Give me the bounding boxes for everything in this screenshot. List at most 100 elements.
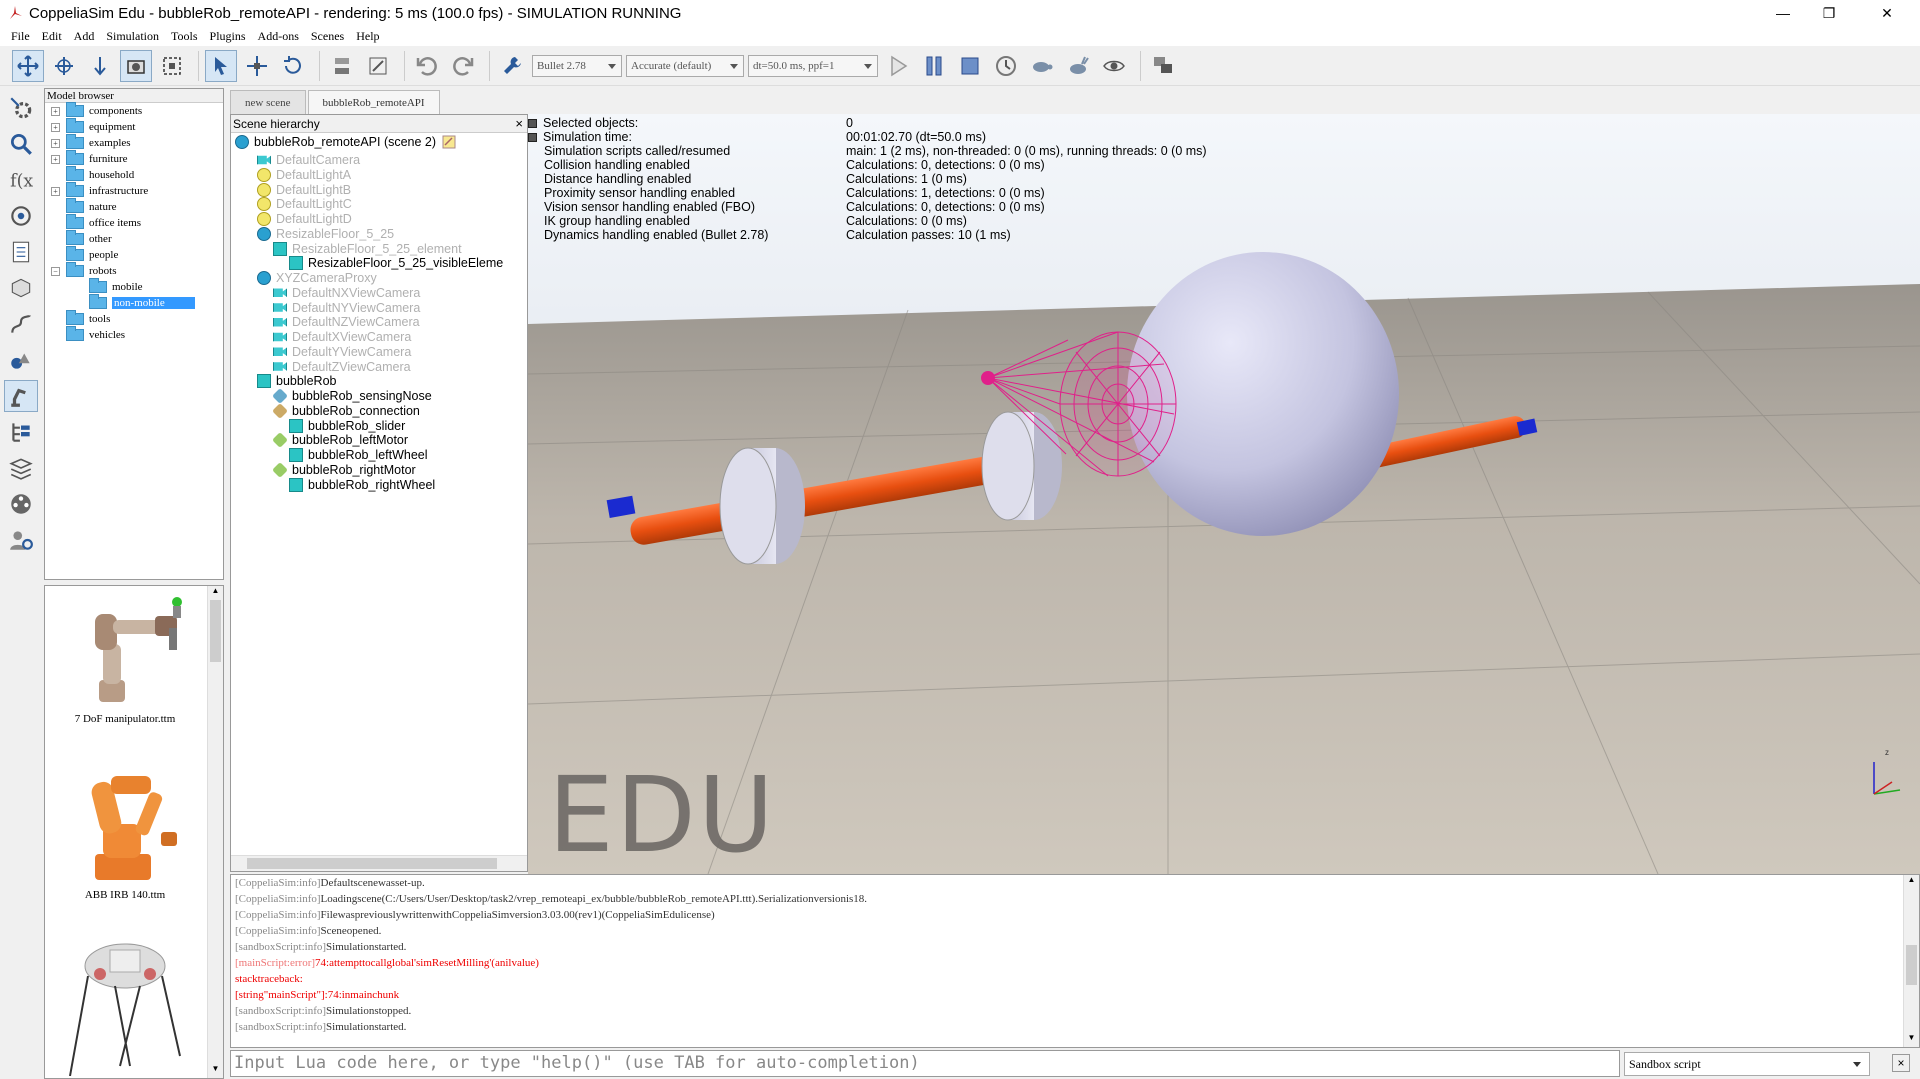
scroll-down-arrow-icon[interactable]: ▼ (208, 1064, 223, 1078)
click-select-button[interactable] (205, 49, 237, 82)
layers-button[interactable] (4, 452, 38, 484)
model-tree-item[interactable]: tools (51, 310, 110, 327)
camera-shift-button[interactable] (84, 50, 116, 82)
menu-plugins[interactable]: Plugins (210, 29, 246, 44)
expand-icon[interactable]: + (51, 106, 60, 116)
expand-icon[interactable]: + (51, 138, 60, 148)
lua-command-input[interactable]: Input Lua code here, or type "help()" (u… (230, 1050, 1620, 1077)
camera-pan-button[interactable] (12, 49, 44, 82)
object-rotate-button[interactable] (277, 50, 309, 82)
calculation-modules-button[interactable] (4, 128, 38, 160)
stop-simulation-button[interactable] (954, 50, 986, 82)
object-properties-button[interactable] (4, 236, 38, 268)
scene-root-row[interactable]: bubbleRob_remoteAPI (scene 2) (235, 133, 456, 151)
model-tree-item[interactable]: office items (51, 214, 141, 231)
menu-help[interactable]: Help (356, 29, 379, 44)
simulation-settings-button[interactable] (4, 92, 38, 124)
visualization-toggle-button[interactable] (1098, 50, 1130, 82)
model-tree-item[interactable]: − robots (51, 262, 117, 279)
model-tree-item[interactable]: mobile (89, 278, 143, 295)
model-tree-item[interactable]: + furniture (51, 150, 127, 167)
hierarchy-horizontal-scrollbar[interactable] (231, 855, 527, 871)
model-tree-item[interactable]: nature (51, 198, 116, 215)
script-icon[interactable] (442, 135, 456, 149)
close-button[interactable]: ✕ (1864, 0, 1910, 26)
hscroll-thumb[interactable] (247, 858, 497, 869)
scroll-down-arrow-icon[interactable]: ▼ (1904, 1033, 1919, 1047)
info-key: Simulation time: (528, 130, 846, 144)
timestep-select[interactable]: dt=50.0 ms, ppf=1 (748, 54, 878, 77)
model-tree-item[interactable]: + examples (51, 134, 131, 151)
info-toggle-icon[interactable] (528, 132, 537, 142)
menu-tools[interactable]: Tools (171, 29, 198, 44)
scene-globe-icon (235, 135, 249, 149)
scroll-up-arrow-icon[interactable]: ▲ (1904, 875, 1919, 889)
scroll-thumb[interactable] (210, 600, 221, 662)
shape-edit-button[interactable] (4, 272, 38, 304)
scroll-up-arrow-icon[interactable]: ▲ (208, 586, 223, 600)
video-recorder-button[interactable] (4, 488, 38, 520)
start-simulation-button[interactable] (882, 50, 914, 82)
properties-button[interactable] (4, 200, 38, 232)
scene-hierarchy-toggle[interactable] (4, 416, 38, 448)
menu-file[interactable]: File (11, 29, 30, 44)
object-shift-button[interactable] (241, 50, 273, 82)
model-tree-item[interactable]: + components (51, 102, 142, 119)
menu-scenes[interactable]: Scenes (311, 29, 344, 44)
menu-edit[interactable]: Edit (42, 29, 62, 44)
hierarchy-item[interactable]: bubbleRob_rightWheel (289, 476, 435, 494)
undo-button[interactable] (411, 50, 443, 82)
left-tool-strip: f(x) (0, 88, 42, 1079)
info-value: 0 (846, 116, 853, 130)
model-tree-item[interactable]: people (51, 246, 118, 263)
redo-button[interactable] (447, 50, 479, 82)
dynamics-settings-button[interactable] (496, 50, 528, 82)
model-tree-item[interactable]: household (51, 166, 134, 183)
model-thumbnail[interactable]: ABB IRB 140.ttm (45, 766, 205, 906)
model-tree-item[interactable]: vehicles (51, 326, 125, 343)
page-selector-button[interactable] (1147, 50, 1179, 82)
speed-up-button[interactable] (1062, 50, 1094, 82)
scene-3d-viewport[interactable]: z Selected objects: 0 Simulation time: 00:0… (528, 114, 1920, 874)
model-tree-item[interactable]: non-mobile (89, 294, 195, 311)
collapse-icon[interactable]: − (51, 266, 60, 276)
close-hierarchy-icon[interactable]: × (515, 115, 523, 133)
path-edit-button[interactable] (4, 308, 38, 340)
model-thumbnail[interactable]: 7 DoF manipulator.ttm (45, 592, 205, 728)
restore-button[interactable]: ❐ (1806, 0, 1852, 26)
expand-icon[interactable]: + (51, 154, 60, 164)
camera-rotate-button[interactable] (48, 50, 80, 82)
collections-button[interactable] (4, 344, 38, 376)
menu-addons[interactable]: Add-ons (258, 29, 299, 44)
menu-add[interactable]: Add (74, 29, 95, 44)
script-button[interactable]: f(x) (4, 164, 38, 196)
scroll-thumb[interactable] (1906, 945, 1917, 985)
menu-simulation[interactable]: Simulation (106, 29, 159, 44)
console-scrollbar[interactable]: ▲ ▼ (1903, 875, 1919, 1047)
model-tree-item[interactable]: + equipment (51, 118, 135, 135)
assemble-button[interactable] (326, 50, 358, 82)
slow-down-button[interactable] (1026, 50, 1058, 82)
model-tree-item[interactable]: + infrastructure (51, 182, 148, 199)
expand-icon[interactable]: + (51, 122, 60, 132)
minimize-button[interactable]: — (1760, 0, 1806, 26)
thumbnails-scrollbar[interactable]: ▲ ▼ (207, 586, 223, 1078)
model-browser-toggle[interactable] (4, 380, 38, 412)
model-thumbnail[interactable] (45, 936, 205, 1078)
transfer-dna-button[interactable] (362, 50, 394, 82)
console-close-icon[interactable]: × (1892, 1054, 1910, 1072)
realtime-button[interactable] (990, 50, 1022, 82)
info-toggle-icon[interactable] (528, 118, 537, 128)
tab-bubblerob-remoteapi[interactable]: bubbleRob_remoteAPI (307, 90, 440, 114)
pause-simulation-button[interactable] (918, 50, 950, 82)
expand-icon[interactable]: + (51, 186, 60, 196)
user-settings-button[interactable] (4, 524, 38, 556)
fit-to-view-button[interactable] (156, 50, 188, 82)
tab-new-scene[interactable]: new scene (230, 90, 306, 114)
script-context-select[interactable]: Sandbox script (1624, 1052, 1870, 1076)
dynamics-accuracy-select[interactable]: Accurate (default) (626, 54, 744, 77)
physics-engine-select[interactable]: Bullet 2.78 (532, 54, 622, 77)
model-tree-item[interactable]: other (51, 230, 112, 247)
camera-view-button[interactable] (120, 49, 152, 82)
scene-hierarchy-header: Scene hierarchy × (231, 115, 527, 133)
